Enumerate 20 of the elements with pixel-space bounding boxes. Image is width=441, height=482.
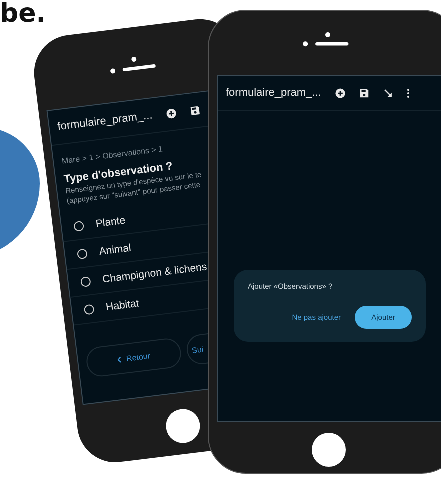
app-title: formulaire_pram_... (57, 110, 154, 134)
option-label[interactable]: Animal (98, 242, 132, 258)
option-label[interactable]: Plante (95, 214, 126, 230)
option-label[interactable]: Habitat (105, 297, 140, 314)
diagonal-arrow-icon[interactable] (383, 88, 394, 98)
radio-button[interactable] (76, 248, 88, 260)
heading-text: be. (0, 0, 46, 29)
app-title: formulaire_pram_... (226, 87, 322, 99)
chevron-left-icon (117, 356, 122, 364)
back-button[interactable]: Retour (85, 337, 183, 378)
add-circle-icon[interactable] (335, 88, 346, 98)
add-circle-icon[interactable] (166, 107, 178, 120)
more-icon[interactable] (407, 88, 410, 98)
radio-button[interactable] (84, 304, 95, 315)
breadcrumb: Mare > 1 > Observations > 1 (62, 144, 164, 166)
save-icon[interactable] (190, 104, 202, 116)
option-label[interactable]: Champignon & lichens (102, 260, 208, 286)
radio-button[interactable] (73, 220, 85, 232)
radio-button[interactable] (80, 276, 92, 288)
save-icon[interactable] (359, 88, 370, 98)
